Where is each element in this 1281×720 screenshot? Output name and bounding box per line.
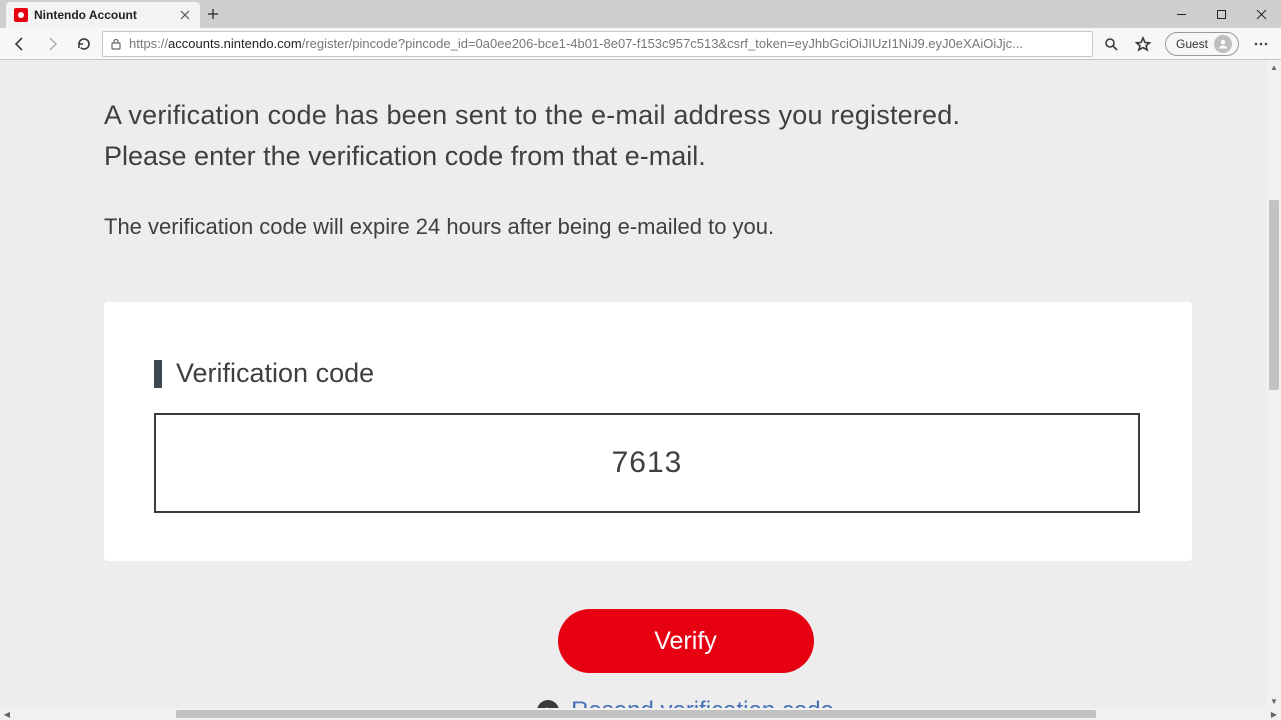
- horizontal-scrollbar[interactable]: ◀ ▶: [0, 708, 1281, 720]
- more-menu-icon[interactable]: [1247, 30, 1275, 58]
- nintendo-favicon: [14, 8, 28, 22]
- expire-note: The verification code will expire 24 hou…: [104, 214, 1267, 240]
- url-path: /register/pincode?pincode_id=0a0ee206-bc…: [302, 36, 1023, 51]
- page-viewport: A verification code has been sent to the…: [0, 60, 1281, 708]
- verification-code-input[interactable]: [154, 413, 1140, 513]
- minimize-button[interactable]: [1161, 0, 1201, 28]
- scroll-right-icon[interactable]: ▶: [1267, 708, 1281, 720]
- page-content: A verification code has been sent to the…: [0, 60, 1267, 708]
- search-in-page-icon[interactable]: [1097, 30, 1125, 58]
- profile-guest-button[interactable]: Guest: [1165, 32, 1239, 56]
- address-bar[interactable]: https://accounts.nintendo.com/register/p…: [102, 31, 1093, 57]
- resend-label: Resend verification code: [571, 697, 834, 708]
- back-button[interactable]: [6, 30, 34, 58]
- section-marker: [154, 360, 162, 388]
- close-tab-icon[interactable]: [178, 8, 192, 22]
- resend-link[interactable]: Resend verification code: [537, 697, 834, 708]
- guest-label: Guest: [1176, 37, 1208, 51]
- close-window-button[interactable]: [1241, 0, 1281, 28]
- forward-button[interactable]: [38, 30, 66, 58]
- url-scheme: https://: [129, 36, 168, 51]
- scroll-left-icon[interactable]: ◀: [0, 708, 14, 720]
- guest-avatar-icon: [1214, 35, 1232, 53]
- browser-tab[interactable]: Nintendo Account: [6, 2, 200, 28]
- card-header: Verification code: [154, 358, 1142, 389]
- actions: Verify Resend verification code: [104, 609, 1267, 708]
- maximize-button[interactable]: [1201, 0, 1241, 28]
- scroll-up-icon[interactable]: ▲: [1267, 60, 1281, 74]
- titlebar-spacer: [226, 0, 1161, 28]
- horizontal-scroll-thumb[interactable]: [176, 710, 1096, 718]
- new-tab-button[interactable]: [200, 0, 226, 28]
- verify-button[interactable]: Verify: [558, 609, 814, 673]
- refresh-button[interactable]: [70, 30, 98, 58]
- url-host: accounts.nintendo.com: [168, 36, 302, 51]
- intro-line-2: Please enter the verification code from …: [104, 141, 1267, 172]
- vertical-scrollbar[interactable]: ▲ ▼: [1267, 60, 1281, 708]
- section-title: Verification code: [176, 358, 374, 389]
- window-titlebar: Nintendo Account: [0, 0, 1281, 28]
- chevron-right-circle-icon: [537, 700, 559, 708]
- scroll-down-icon[interactable]: ▼: [1267, 694, 1281, 708]
- tab-title: Nintendo Account: [34, 8, 178, 22]
- lock-icon: [109, 37, 123, 51]
- verification-card: Verification code: [104, 302, 1192, 561]
- intro-line-1: A verification code has been sent to the…: [104, 100, 1267, 131]
- favorites-icon[interactable]: [1129, 30, 1157, 58]
- browser-toolbar: https://accounts.nintendo.com/register/p…: [0, 28, 1281, 60]
- vertical-scroll-thumb[interactable]: [1269, 200, 1279, 390]
- window-controls: [1161, 0, 1281, 28]
